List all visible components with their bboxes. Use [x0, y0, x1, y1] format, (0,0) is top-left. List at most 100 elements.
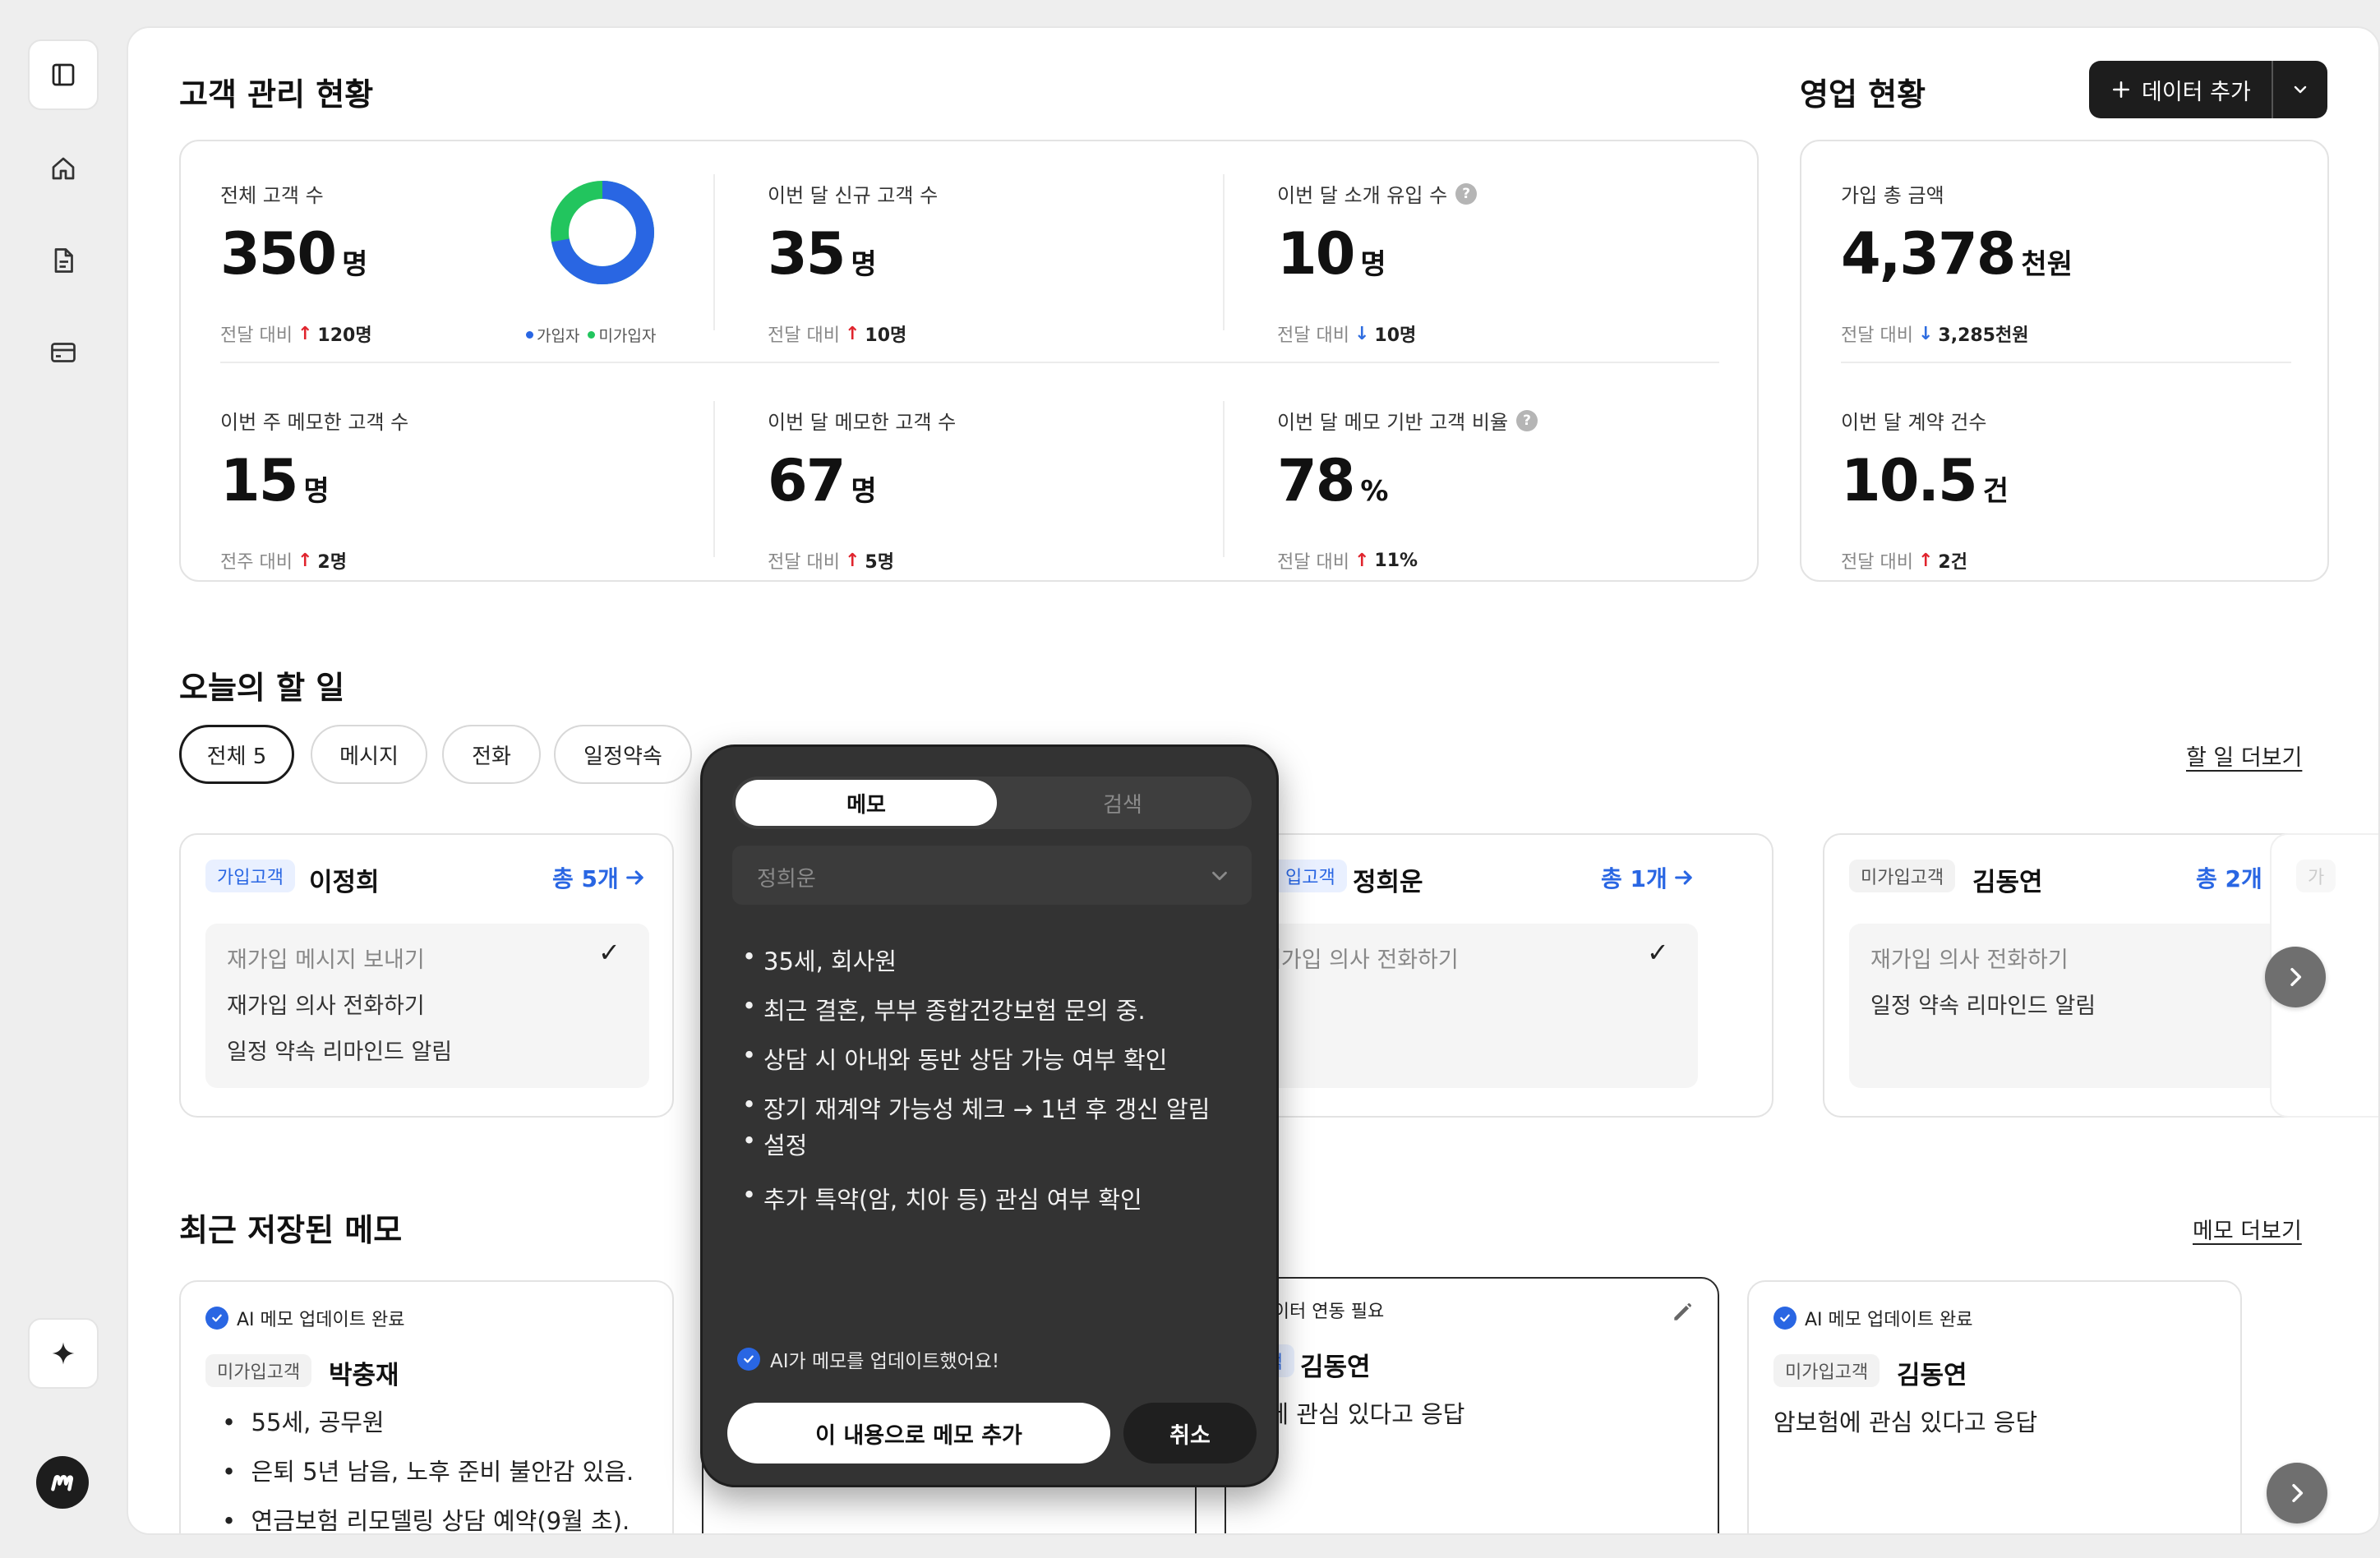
- stat-number: 4,378: [1841, 220, 2016, 288]
- arrow-down-icon: ↓: [1354, 323, 1370, 344]
- memo-next-button[interactable]: [2267, 1463, 2327, 1523]
- task-list: 재가입 메시지 보내기 ✓ 재가입 의사 전화하기 일정 약속 리마인드 알림: [205, 924, 649, 1088]
- stat-unit: 명: [851, 248, 877, 281]
- ai-status-text: AI 메모 업데이트 완료: [237, 1310, 405, 1330]
- sparkle-icon: [52, 1342, 75, 1365]
- filter-chip-all[interactable]: 전체 5: [179, 725, 294, 784]
- stat-comparison: 전달 대비 ↑ 120명: [220, 320, 372, 347]
- memo-line-text: 연금보험 리모델링 상담 예약(9월 초).: [251, 1507, 630, 1535]
- stat-delta: 120명: [317, 325, 372, 346]
- memo-line-text: 은퇴 5년 남음, 노후 준비 불안감 있음.: [251, 1458, 634, 1486]
- task-item[interactable]: 일정 약속 리마인드 알림: [1870, 988, 2096, 1020]
- brand-logo[interactable]: [36, 1456, 89, 1509]
- task-total-link[interactable]: 총 5개: [552, 861, 647, 894]
- popup-ai-status-text: AI가 메모를 업데이트했어요!: [770, 1351, 1000, 1372]
- plus-icon: [2113, 81, 2129, 98]
- task-total-label: 총 1개: [1601, 865, 1667, 892]
- sidebar-toggle-button[interactable]: [28, 39, 99, 110]
- filter-chip-appointment[interactable]: 일정약속: [554, 725, 692, 784]
- help-icon[interactable]: ?: [1455, 182, 1478, 205]
- memo-card-selected[interactable]: AI 데이터 연동 필요 입고객 김동연 보험에 관심 있다고 응답: [1225, 1277, 1719, 1533]
- arrow-up-icon: ↑: [297, 323, 313, 344]
- ai-assistant-button[interactable]: [28, 1318, 99, 1389]
- add-data-dropdown-button[interactable]: [2273, 61, 2327, 118]
- task-total-link[interactable]: 총 1개: [1601, 861, 1695, 894]
- popup-memo-line: 장기 재계약 가능성 체크 → 1년 후 갱신 알림: [742, 1090, 1210, 1125]
- popup-memo-line: 35세, 회사원: [742, 943, 897, 977]
- sidebar-item-documents[interactable]: [28, 225, 99, 296]
- task-item[interactable]: 재가입 메시지 보내기: [227, 942, 425, 974]
- sidebar-item-home[interactable]: [28, 133, 99, 204]
- add-data-button[interactable]: 데이터 추가: [2089, 61, 2272, 118]
- tab-search[interactable]: 검색: [997, 780, 1248, 826]
- add-data-label: 데이터 추가: [2142, 79, 2251, 105]
- stat-number: 67: [768, 447, 846, 514]
- popup-memo-line-continued: 설정: [742, 1127, 808, 1161]
- customer-tag: 가입고객: [205, 860, 295, 892]
- customer-tag: 미가입고객: [205, 1354, 312, 1387]
- task-list: 재가입 의사 전화하기 일정 약속 리마인드 알림: [1849, 924, 2293, 1088]
- ai-status: AI 메모 업데이트 완료: [1773, 1305, 1972, 1331]
- task-item[interactable]: 재가입 의사 전화하기: [1261, 942, 1459, 974]
- memo-line: • 연금보험 리모델링 상담 예약(9월 초).: [222, 1507, 630, 1535]
- sales-stats-card: 가입 총 금액 4,378 천원 전달 대비 ↓ 3,285천원 이번 달 계약…: [1800, 140, 2329, 582]
- task-item[interactable]: 재가입 의사 전화하기: [1870, 942, 2069, 974]
- stat-delta: 2건: [1938, 552, 1967, 573]
- task-card[interactable]: 미가입고객 김동연 총 2개 재가입 의사 전화하기 일정 약속 리마인드 알림: [1823, 833, 2318, 1118]
- divider: [1223, 401, 1225, 557]
- customer-tag: 입고객: [1279, 860, 1347, 892]
- legend-label-not-joined: 미가입자: [598, 327, 657, 345]
- compare-label: 전달 대비: [220, 325, 293, 346]
- add-memo-button[interactable]: 이 내용으로 메모 추가: [727, 1403, 1110, 1464]
- customer-stats-card: 전체 고객 수 350 명 전달 대비 ↑ 120명 가입자 미가입자 이번 달…: [179, 140, 1759, 582]
- arrow-up-icon: ↑: [1354, 550, 1370, 571]
- memo-line: • 은퇴 5년 남음, 노후 준비 불안감 있음.: [222, 1458, 634, 1486]
- stat-comparison: 전주 대비 ↑ 2명: [220, 547, 347, 574]
- divider: [713, 401, 715, 557]
- customer-name: 박충재: [329, 1361, 399, 1390]
- stat-unit: 명: [1360, 248, 1386, 281]
- task-card[interactable]: 가입고객 이정희 총 5개 재가입 메시지 보내기 ✓ 재가입 의사 전화하기 …: [179, 833, 674, 1118]
- edit-pencil-icon[interactable]: [1670, 1298, 1696, 1325]
- memo-more-link[interactable]: 메모 더보기: [2193, 1213, 2302, 1245]
- task-item[interactable]: 일정 약속 리마인드 알림: [227, 1034, 452, 1066]
- filter-chip-call[interactable]: 전화: [442, 725, 541, 784]
- stat-comparison: 전달 대비 ↑ 10명: [768, 320, 906, 347]
- cancel-button[interactable]: 취소: [1123, 1403, 1257, 1464]
- memo-card[interactable]: AI 메모 업데이트 완료 미가입고객 김동연 암보험에 관심 있다고 응답: [1747, 1280, 2242, 1533]
- stat-label: 이번 달 메모 기반 고객 비율 ?: [1277, 406, 1538, 435]
- divider: [713, 174, 715, 330]
- stat-label: 이번 달 계약 건수: [1841, 411, 1987, 434]
- todo-more-link[interactable]: 할 일 더보기: [2186, 740, 2302, 772]
- arrow-right-icon: [1674, 870, 1692, 885]
- customer-tag: 미가입고객: [1849, 860, 1956, 892]
- tab-memo[interactable]: 메모: [736, 780, 997, 826]
- stat-label: 전체 고객 수: [220, 184, 324, 207]
- todo-next-button[interactable]: [2265, 947, 2326, 1007]
- check-icon[interactable]: ✓: [1647, 937, 1669, 968]
- stat-label-text: 이번 달 소개 유입 수: [1277, 184, 1448, 207]
- customer-name: 이정희: [309, 868, 380, 897]
- compare-label: 전달 대비: [1841, 552, 1913, 573]
- popup-ai-status: AI가 메모를 업데이트했어요!: [737, 1345, 999, 1373]
- check-icon[interactable]: ✓: [598, 937, 620, 968]
- card-icon: [51, 343, 76, 362]
- memo-card[interactable]: AI 메모 업데이트 완료 미가입고객 박충재 • 55세, 공무원 • 은퇴 …: [179, 1280, 674, 1535]
- sidebar-item-cards[interactable]: [28, 317, 99, 388]
- arrow-up-icon: ↑: [297, 550, 313, 571]
- compare-label: 전달 대비: [1277, 552, 1349, 573]
- customer-select-value: 정희운: [757, 867, 816, 892]
- task-total-label: 총 5개: [552, 865, 619, 892]
- task-card-visible-part[interactable]: 입고객 정희운 총 1개 재가입 의사 전화하기 ✓: [1261, 833, 1773, 1118]
- filter-chip-message[interactable]: 메시지: [311, 725, 427, 784]
- home-icon: [52, 157, 75, 180]
- legend-dot-joined: [526, 331, 533, 339]
- memo-section-title: 최근 저장된 메모: [179, 1212, 403, 1248]
- task-item[interactable]: 재가입 의사 전화하기: [227, 988, 425, 1020]
- compare-label: 전달 대비: [1841, 325, 1913, 346]
- customer-select[interactable]: 정희운: [732, 846, 1252, 905]
- popup-tab-switch: 메모 검색: [732, 777, 1252, 829]
- help-icon[interactable]: ?: [1516, 409, 1538, 431]
- stat-comparison: 전달 대비 ↑ 2건: [1841, 547, 1967, 574]
- divider: [220, 362, 1719, 363]
